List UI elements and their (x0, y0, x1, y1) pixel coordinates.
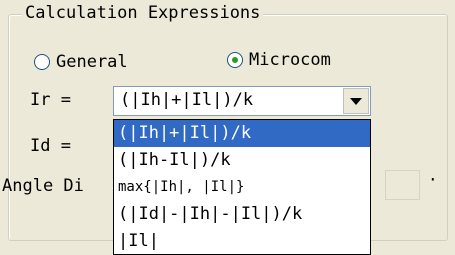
radio-microcom-label: Microcom (249, 50, 331, 70)
radio-microcom[interactable]: Microcom (227, 50, 331, 70)
ir-combobox[interactable]: (|Ih|+|Il|)/k (113, 86, 371, 116)
period-mark: · (428, 170, 438, 189)
radio-general-circle[interactable] (34, 54, 50, 70)
ir-dropdown-list[interactable]: (|Ih|+|Il|)/k (|Ih-Il|)/k max{|Ih|, |Il|… (113, 119, 371, 255)
dropdown-option[interactable]: (|Ih-Il|)/k (114, 147, 370, 174)
radio-microcom-circle[interactable] (227, 52, 243, 68)
dropdown-option[interactable]: (|Ih|+|Il|)/k (114, 120, 370, 147)
group-title: Calculation Expressions (22, 0, 264, 26)
angle-label: Angle Di (2, 176, 84, 196)
ir-combobox-value: (|Ih|+|Il|)/k (120, 90, 254, 110)
chevron-down-icon (350, 97, 362, 105)
ir-combobox-button[interactable] (343, 88, 369, 114)
dropdown-option[interactable]: (|Id|-|Ih|-|Il|)/k (114, 201, 370, 228)
radio-general-label: General (56, 52, 128, 72)
id-label: Id = (30, 136, 71, 156)
dropdown-option[interactable]: max{|Ih|, |Il|} (114, 174, 370, 201)
angle-input[interactable] (385, 170, 420, 200)
ir-label: Ir = (30, 90, 71, 110)
dropdown-option[interactable]: |Il| (114, 228, 370, 255)
radio-general[interactable]: General (34, 52, 128, 72)
